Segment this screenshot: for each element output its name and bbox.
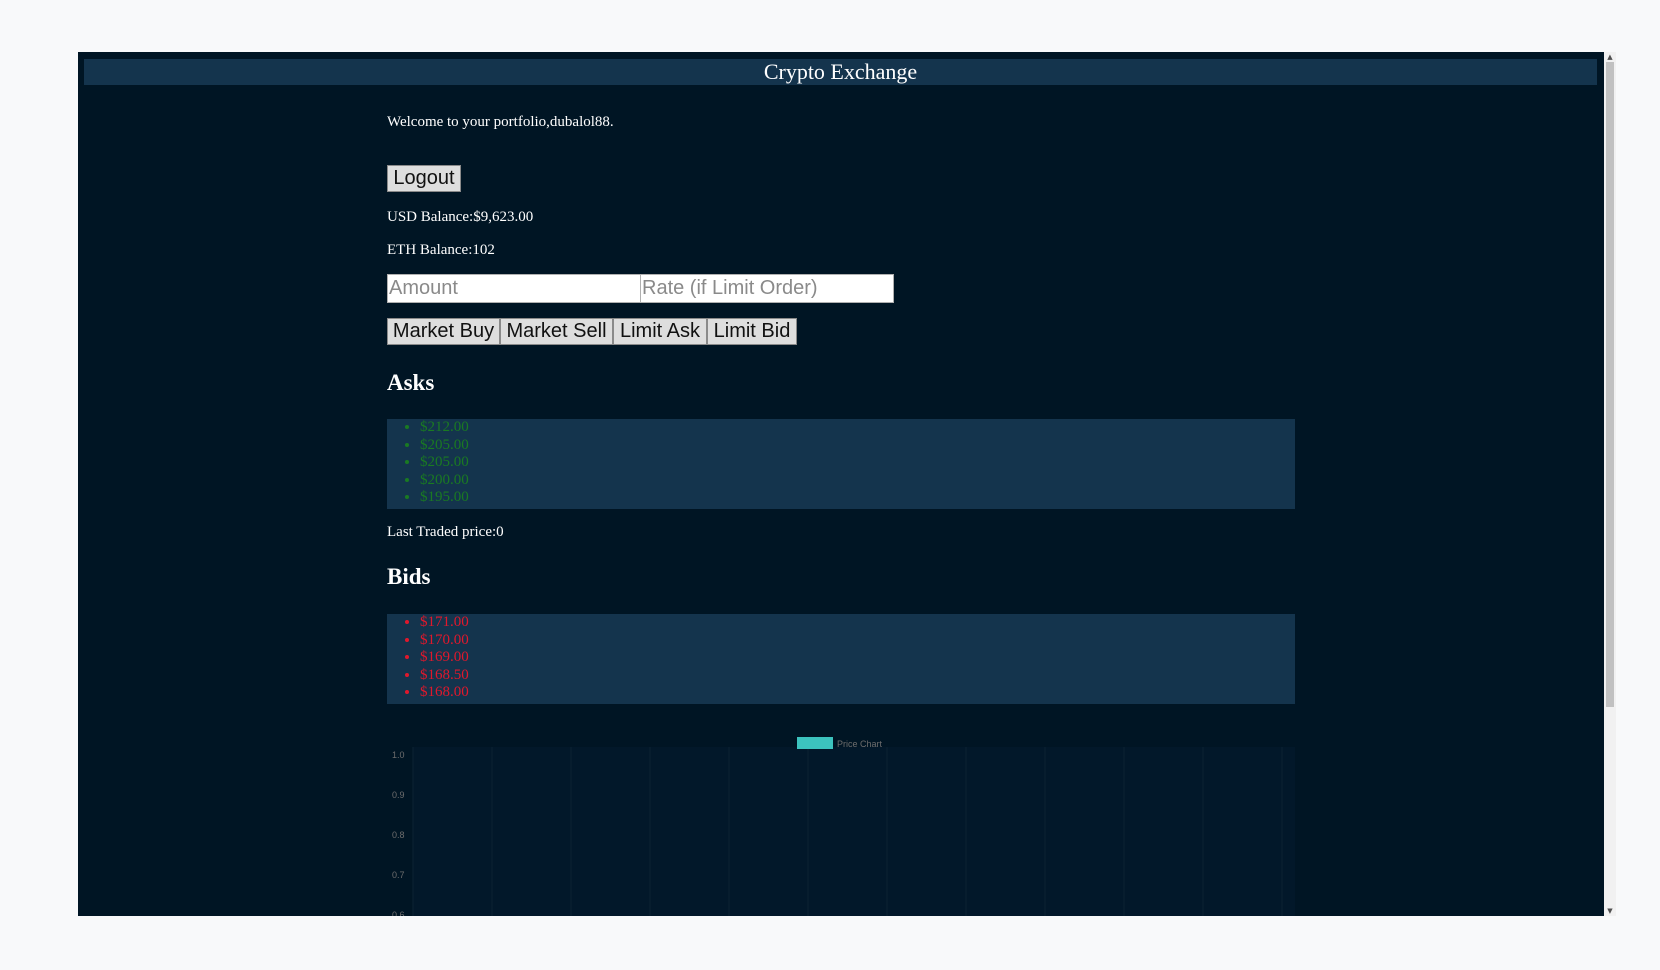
usd-balance: USD Balance:$9,623.00 — [387, 209, 534, 225]
welcome-suffix: . — [609, 114, 614, 130]
eth-balance: ETH Balance:102 — [387, 242, 495, 258]
bid-item: $168.50 — [420, 667, 1295, 685]
limit-bid-button[interactable]: Limit Bid — [707, 318, 797, 345]
bids-list: $171.00 $170.00 $169.00 $168.50 $168.00 — [387, 614, 1295, 704]
scroll-thumb[interactable] — [1606, 62, 1614, 707]
limit-ask-button[interactable]: Limit Ask — [613, 318, 707, 345]
bids-heading: Bids — [387, 564, 431, 589]
ask-item: $195.00 — [420, 489, 1295, 507]
rate-input[interactable] — [640, 274, 894, 303]
y-tick-label: 0.8 — [392, 830, 405, 840]
bid-item: $170.00 — [420, 632, 1295, 650]
username: dubalol88 — [549, 114, 610, 130]
y-tick-label: 0.9 — [392, 790, 405, 800]
y-tick-label: 0.7 — [392, 870, 405, 880]
ask-item: $205.00 — [420, 437, 1295, 455]
bid-item: $169.00 — [420, 649, 1295, 667]
market-sell-button[interactable]: Market Sell — [500, 318, 613, 345]
scroll-down-arrow-icon[interactable]: ▼ — [1604, 906, 1616, 916]
chart-plot-area — [413, 747, 1295, 916]
last-traded-price: Last Traded price:0 — [387, 524, 504, 540]
header-title: Crypto Exchange — [84, 59, 1597, 85]
ask-item: $200.00 — [420, 472, 1295, 490]
welcome-text: Welcome to your portfolio, — [387, 114, 550, 130]
amount-input[interactable] — [387, 274, 641, 303]
ask-item: $205.00 — [420, 454, 1295, 472]
y-tick-label: 0.6 — [392, 910, 405, 916]
scroll-up-arrow-icon[interactable]: ▲ — [1604, 52, 1616, 62]
welcome-message: Welcome to your portfolio,dubalol88. — [387, 114, 614, 131]
market-buy-button[interactable]: Market Buy — [387, 318, 500, 345]
logout-button[interactable]: Logout — [387, 165, 461, 192]
y-tick-label: 1.0 — [392, 750, 405, 760]
bid-item: $168.00 — [420, 684, 1295, 702]
price-chart: 1.0 0.9 0.8 0.7 0.6 Price Chart — [392, 737, 1295, 916]
ask-item: $212.00 — [420, 419, 1295, 437]
legend-swatch — [797, 737, 833, 749]
scrollbar[interactable]: ▲ ▼ — [1604, 52, 1616, 916]
legend-label: Price Chart — [837, 739, 883, 749]
app-frame: Crypto Exchange Welcome to your portfoli… — [78, 52, 1604, 916]
bid-item: $171.00 — [420, 614, 1295, 632]
asks-heading: Asks — [387, 370, 435, 395]
asks-list: $212.00 $205.00 $205.00 $200.00 $195.00 — [387, 419, 1295, 509]
